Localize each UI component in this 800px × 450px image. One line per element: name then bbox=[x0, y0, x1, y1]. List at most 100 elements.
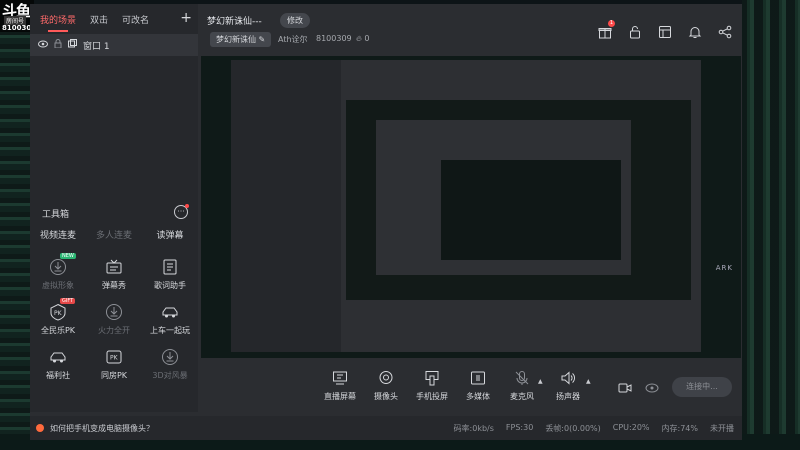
phone-cast-icon bbox=[424, 370, 440, 386]
tool-label: 3D对风暴 bbox=[152, 371, 188, 380]
tool-label: 弹幕秀 bbox=[102, 281, 126, 290]
microphone-button[interactable]: 麦克风 bbox=[510, 370, 534, 402]
eye-icon[interactable] bbox=[38, 40, 48, 51]
douyu-logo: 斗鱼 房间号 8100309 bbox=[0, 0, 36, 32]
screen-icon bbox=[332, 370, 348, 386]
scene-item[interactable]: 窗口 1 bbox=[30, 34, 198, 56]
live-screen-button[interactable]: 直播屏幕 bbox=[324, 370, 356, 402]
tool-label: 上车一起玩 bbox=[150, 326, 190, 335]
background-left bbox=[0, 0, 30, 450]
edit-title-button[interactable]: 修改 bbox=[280, 13, 310, 28]
gift-icon[interactable]: 1 bbox=[598, 20, 615, 39]
tool-same-room-pk[interactable]: PK 同房PK bbox=[86, 348, 142, 381]
microphone-dropdown-icon[interactable]: ▲ bbox=[538, 378, 543, 385]
live-status: 未开播 bbox=[710, 423, 734, 433]
help-tip-link[interactable]: 如何把手机变成电脑摄像头？ bbox=[50, 423, 154, 434]
pk-icon: PK GIFT bbox=[49, 298, 76, 321]
button-label: 直播屏幕 bbox=[324, 392, 356, 401]
tool-label: 火力全开 bbox=[98, 326, 130, 335]
tab-rename[interactable]: 可改名 bbox=[122, 13, 149, 26]
car-icon bbox=[161, 303, 179, 321]
layout-icon[interactable] bbox=[658, 24, 672, 38]
tab-my-scenes[interactable]: 我的场景 bbox=[40, 13, 76, 32]
gift-badge: GIFT bbox=[60, 298, 76, 304]
speaker-icon bbox=[560, 370, 576, 386]
tool-tab-video-link[interactable]: 视频连麦 bbox=[30, 228, 86, 244]
button-label: 扬声器 bbox=[556, 392, 580, 401]
media-icon bbox=[470, 370, 486, 386]
nested-sidebar bbox=[231, 60, 341, 352]
new-badge: NEW bbox=[60, 253, 76, 259]
stream-preview[interactable]: ARK bbox=[201, 56, 741, 358]
toolbox-header: 工具箱 ··· bbox=[30, 204, 198, 222]
tool-lyrics-assistant[interactable]: 歌词助手 bbox=[142, 258, 198, 291]
fps-stat: FPS:30 bbox=[505, 422, 534, 432]
nested-preview-level-3 bbox=[441, 160, 621, 260]
microphone-icon bbox=[514, 370, 530, 386]
nested-preview-area bbox=[346, 100, 691, 300]
streamer-name: Ath诠尔 bbox=[278, 35, 308, 44]
status-bar: 如何把手机变成电脑摄像头？ 码率:0kb/s FPS:30 丢帧:0(0.00%… bbox=[30, 416, 742, 440]
eye-icon[interactable] bbox=[645, 380, 659, 394]
dropped-frames-stat: 丢帧:0(0.00%) bbox=[545, 423, 601, 433]
download-icon: NEW bbox=[49, 253, 76, 276]
tool-quanmin-pk[interactable]: PK GIFT 全民乐PK bbox=[30, 298, 86, 336]
background-right bbox=[742, 0, 800, 450]
tool-ride-together[interactable]: 上车一起玩 bbox=[142, 303, 198, 336]
scene-label: 窗口 1 bbox=[83, 41, 110, 52]
header-icons: 1 bbox=[598, 20, 732, 39]
tip-icon bbox=[36, 424, 44, 432]
lyrics-icon bbox=[161, 258, 179, 276]
stream-title: 梦幻新诛仙--- bbox=[207, 17, 262, 27]
sidebar: 我的场景 双击 可改名 + 窗口 1 工具箱 ··· 视频连麦 多人连麦 读弹幕 bbox=[30, 4, 198, 412]
nested-preview-level-2 bbox=[376, 120, 631, 275]
cpu-stat: CPU:20% bbox=[612, 422, 650, 432]
fire-count-value: 0 bbox=[364, 34, 370, 43]
header: 梦幻新诛仙--- 修改 梦幻新诛仙 ✎ Ath诠尔 8100309 🔥︎ 0 1 bbox=[198, 4, 742, 52]
camera-button[interactable]: 摄像头 bbox=[374, 370, 398, 402]
record-icon[interactable] bbox=[618, 380, 632, 394]
tool-danmaku-show[interactable]: 弹幕秀 bbox=[86, 258, 142, 291]
start-live-button[interactable]: 连接中... bbox=[672, 377, 732, 397]
bell-icon[interactable] bbox=[688, 24, 702, 38]
camera-icon bbox=[378, 370, 394, 386]
obs-window: 我的场景 双击 可改名 + 窗口 1 工具箱 ··· 视频连麦 多人连麦 读弹幕 bbox=[30, 4, 742, 440]
memory-stat: 内存:74% bbox=[661, 423, 698, 433]
nested-preview bbox=[231, 60, 701, 352]
window-icon bbox=[68, 39, 77, 51]
tool-tab-read-danmaku[interactable]: 读弹幕 bbox=[142, 228, 198, 244]
tool-label: 歌词助手 bbox=[154, 281, 186, 290]
bottom-toolbar: 直播屏幕 摄像头 手机投屏 多媒体 麦克风 ▲ 扬声器 ▲ 连接中... bbox=[198, 360, 742, 412]
toolbox-title: 工具箱 bbox=[42, 209, 70, 220]
tool-virtual-avatar[interactable]: NEW 虚拟形象 bbox=[30, 253, 86, 291]
speaker-dropdown-icon[interactable]: ▲ bbox=[586, 378, 591, 385]
category-tag[interactable]: 梦幻新诛仙 ✎ bbox=[210, 32, 272, 47]
tool-welfare[interactable]: 福利社 bbox=[30, 348, 86, 381]
add-scene-button[interactable]: + bbox=[180, 10, 192, 26]
more-icon[interactable]: ··· bbox=[174, 204, 189, 219]
multimedia-button[interactable]: 多媒体 bbox=[466, 370, 490, 402]
tool-tab-multi-link[interactable]: 多人连麦 bbox=[86, 228, 142, 244]
lock-icon[interactable] bbox=[54, 39, 62, 51]
room-number: 8100309 bbox=[316, 34, 352, 43]
speaker-button[interactable]: 扬声器 bbox=[556, 370, 580, 402]
fire-icon: 🔥︎ bbox=[356, 34, 362, 43]
tv-icon bbox=[105, 258, 123, 276]
lock-icon[interactable] bbox=[628, 24, 642, 39]
share-icon[interactable] bbox=[718, 24, 732, 39]
category-label: 梦幻新诛仙 bbox=[216, 35, 256, 44]
phone-cast-button[interactable]: 手机投屏 bbox=[416, 370, 448, 402]
bitrate-stat: 码率:0kb/s bbox=[453, 423, 494, 433]
button-label: 手机投屏 bbox=[416, 392, 448, 401]
tool-label: 虚拟形象 bbox=[42, 281, 74, 290]
tool-full-fire[interactable]: 火力全开 bbox=[86, 303, 142, 336]
button-label: 多媒体 bbox=[466, 392, 490, 401]
tool-grid: NEW 虚拟形象 弹幕秀 歌词助手 PK GIFT 全民乐PK 火力全开 上车一… bbox=[30, 253, 198, 381]
tool-label: 同房PK bbox=[100, 371, 128, 380]
download-icon bbox=[161, 348, 179, 366]
scene-tabs: 我的场景 双击 可改名 + bbox=[30, 4, 198, 34]
svg-text:PK: PK bbox=[54, 310, 63, 317]
tab-double-click[interactable]: 双击 bbox=[90, 13, 108, 26]
watermark: ARK bbox=[715, 264, 733, 272]
tool-3d-storm[interactable]: 3D对风暴 bbox=[142, 348, 198, 381]
